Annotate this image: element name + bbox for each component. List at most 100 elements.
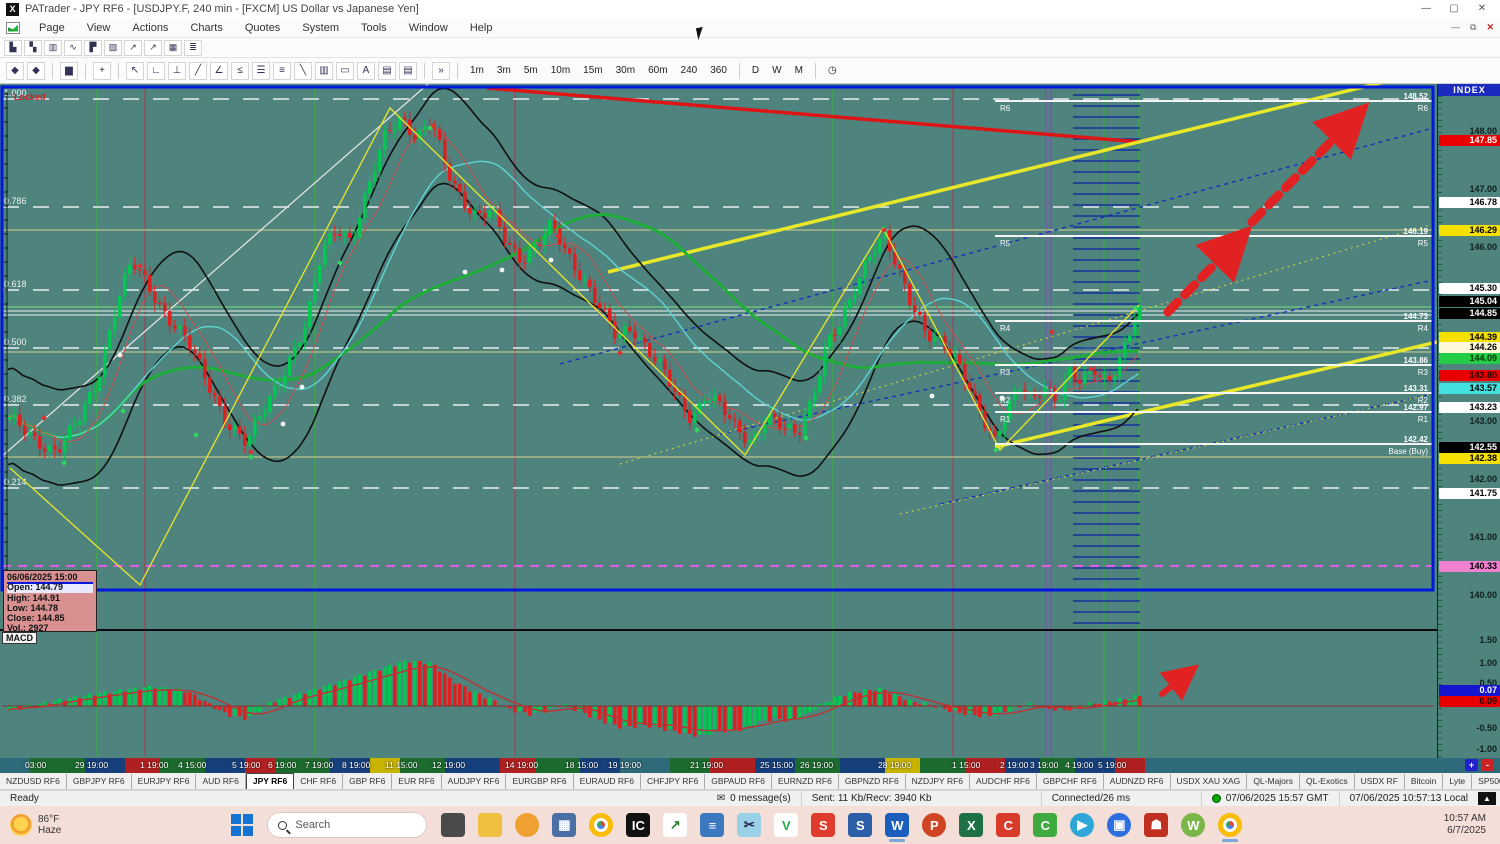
price-axis[interactable]: INDEX 148.00147.00146.00143.00142.00141.… (1437, 84, 1500, 758)
excel-icon[interactable]: X (959, 813, 983, 837)
more-tools-icon[interactable]: » (432, 62, 450, 80)
taskbar-clock[interactable]: 10:57 AM 6/7/2025 (1444, 813, 1486, 837)
period-d-button[interactable]: D (747, 63, 764, 78)
start-button[interactable] (231, 814, 253, 836)
chart-trend-up-icon[interactable]: ↗ (124, 40, 142, 56)
chart-candles-icon[interactable]: ▥ (44, 40, 62, 56)
hline-icon[interactable]: ≡ (273, 62, 291, 80)
file-explorer-icon[interactable] (478, 813, 502, 837)
session-clock-icon[interactable]: ◷ (823, 63, 842, 78)
tab-nzdjpy-rf6[interactable]: NZDJPY RF6 (906, 774, 970, 789)
chart-step-icon[interactable]: ▛ (84, 40, 102, 56)
tab-lyte[interactable]: Lyte (1443, 774, 1472, 789)
chart-lines-icon[interactable]: ▚ (24, 40, 42, 56)
camtasia-red-icon[interactable]: C (996, 813, 1020, 837)
menu-item-actions[interactable]: Actions (121, 20, 179, 36)
menu-item-quotes[interactable]: Quotes (234, 20, 291, 36)
chrome2-icon[interactable] (1218, 813, 1242, 837)
red-s-app-icon[interactable]: S (811, 813, 835, 837)
word-icon[interactable]: W (885, 813, 909, 837)
chart-bars-icon[interactable]: ▙ (4, 40, 22, 56)
menu-item-view[interactable]: View (76, 20, 122, 36)
ic-app-icon[interactable]: IC (626, 813, 650, 837)
pointer-icon[interactable]: ↖ (126, 62, 144, 80)
menu-item-charts[interactable]: Charts (179, 20, 233, 36)
tab-audjpy-rf6[interactable]: AUDJPY RF6 (442, 774, 507, 789)
tab-usdx-xau-xag[interactable]: USDX XAU XAG (1171, 774, 1248, 789)
zoom-out-button[interactable]: - (1481, 759, 1494, 771)
timeframe-1m-button[interactable]: 1m (465, 63, 489, 78)
tab-chf-rf6[interactable]: CHF RF6 (294, 774, 343, 789)
v-app-icon[interactable]: V (774, 813, 798, 837)
tab-ql-majors[interactable]: QL-Majors (1247, 774, 1300, 789)
menu-item-system[interactable]: System (291, 20, 350, 36)
period-w-button[interactable]: W (767, 63, 786, 78)
period-m-button[interactable]: M (790, 63, 808, 78)
status-messages[interactable]: ✉ 0 message(s) (707, 791, 802, 806)
mdi-restore-button[interactable]: ⧉ (1470, 22, 1476, 33)
timeframe-10m-button[interactable]: 10m (546, 63, 575, 78)
chart-dots-icon[interactable]: ▨ (104, 40, 122, 56)
timeframe-240-button[interactable]: 240 (676, 63, 703, 78)
tab-bitcoin[interactable]: Bitcoin (1405, 774, 1444, 789)
blue-s-app-icon[interactable]: S (848, 813, 872, 837)
snip-icon[interactable]: ✂ (737, 813, 761, 837)
fib-retr-icon[interactable]: ▤ (378, 62, 396, 80)
tab-gbp-rf6[interactable]: GBP RF6 (343, 774, 392, 789)
weather-widget[interactable]: 86°F Haze (10, 814, 61, 836)
camtasia-green-icon[interactable]: C (1033, 813, 1057, 837)
calculator-icon[interactable]: ▦ (552, 813, 576, 837)
powerpoint-icon[interactable]: P (922, 813, 946, 837)
maximize-button[interactable]: ▢ (1440, 0, 1468, 17)
timeframe-30m-button[interactable]: 30m (611, 63, 640, 78)
zoom-in-button[interactable]: + (1465, 759, 1478, 771)
angle-line-icon[interactable]: ╱ (189, 62, 207, 80)
mail-icon[interactable] (515, 813, 539, 837)
tab-nzdusd-rf6[interactable]: NZDUSD RF6 (0, 774, 67, 789)
tab-euraud-rf6[interactable]: EURAUD RF6 (574, 774, 641, 789)
menu-item-page[interactable]: Page (28, 20, 76, 36)
tab-gbpnzd-rf6[interactable]: GBPNZD RF6 (839, 774, 906, 789)
bars-blue-icon[interactable]: ▥ (315, 62, 333, 80)
close-button[interactable]: ✕ (1468, 0, 1496, 17)
chart-app-icon[interactable]: ↗ (663, 813, 687, 837)
chart-list-icon[interactable]: ≣ (184, 40, 202, 56)
crosshair-icon[interactable]: + (93, 62, 111, 80)
indicator-icon[interactable]: ▆ (60, 62, 78, 80)
price-chart[interactable]: 1.0000.7860.6180.5000.3820.214Locked148.… (0, 84, 1437, 758)
ray-icon[interactable]: ∠ (210, 62, 228, 80)
trendline-icon[interactable]: ∟ (147, 62, 165, 80)
tab-eurjpy-rf6[interactable]: EURJPY RF6 (132, 774, 197, 789)
zoom-icon[interactable]: ▣ (1107, 813, 1131, 837)
mdi-close-button[interactable]: ✕ (1486, 22, 1494, 33)
desktop-icon[interactable] (441, 813, 465, 837)
tab-audchf-rf6[interactable]: AUDCHF RF6 (970, 774, 1037, 789)
menu-item-help[interactable]: Help (459, 20, 504, 36)
tab-gbpaud-rf6[interactable]: GBPAUD RF6 (705, 774, 772, 789)
tab-sp500-rf6[interactable]: SP500 RF6 (1472, 774, 1500, 789)
tab-gbpchf-rf6[interactable]: GBPCHF RF6 (1037, 774, 1104, 789)
timeframe-5m-button[interactable]: 5m (519, 63, 543, 78)
chart-hist-icon[interactable]: ▦ (164, 40, 182, 56)
pitchfork-icon[interactable]: ╲ (294, 62, 312, 80)
tab-eurgbp-rf6[interactable]: EURGBP RF6 (506, 774, 573, 789)
macd-panel-label[interactable]: MACD (2, 632, 37, 644)
tab-aud-rf6[interactable]: AUD RF6 (196, 774, 245, 789)
tab-usdx-rf[interactable]: USDX RF (1355, 774, 1405, 789)
tab-ql-exotics[interactable]: QL-Exotics (1300, 774, 1355, 789)
link-red-icon[interactable]: ◆ (27, 62, 45, 80)
link-red-blue-icon[interactable]: ◆ (6, 62, 24, 80)
chart-curve-icon[interactable]: ∿ (64, 40, 82, 56)
hline-red-icon[interactable]: ☰ (252, 62, 270, 80)
minimize-button[interactable]: — (1412, 0, 1440, 17)
tab-eur-rf6[interactable]: EUR RF6 (392, 774, 441, 789)
fan-icon[interactable]: ≤ (231, 62, 249, 80)
notepad-icon[interactable]: ≡ (700, 813, 724, 837)
tab-eurnzd-rf6[interactable]: EURNZD RF6 (772, 774, 839, 789)
menu-item-window[interactable]: Window (398, 20, 459, 36)
menu-item-tools[interactable]: Tools (350, 20, 398, 36)
timeframe-360-button[interactable]: 360 (705, 63, 732, 78)
chrome-icon[interactable] (589, 813, 613, 837)
taskbar-search[interactable]: Search (267, 812, 427, 838)
text-tool-icon[interactable]: A (357, 62, 375, 80)
